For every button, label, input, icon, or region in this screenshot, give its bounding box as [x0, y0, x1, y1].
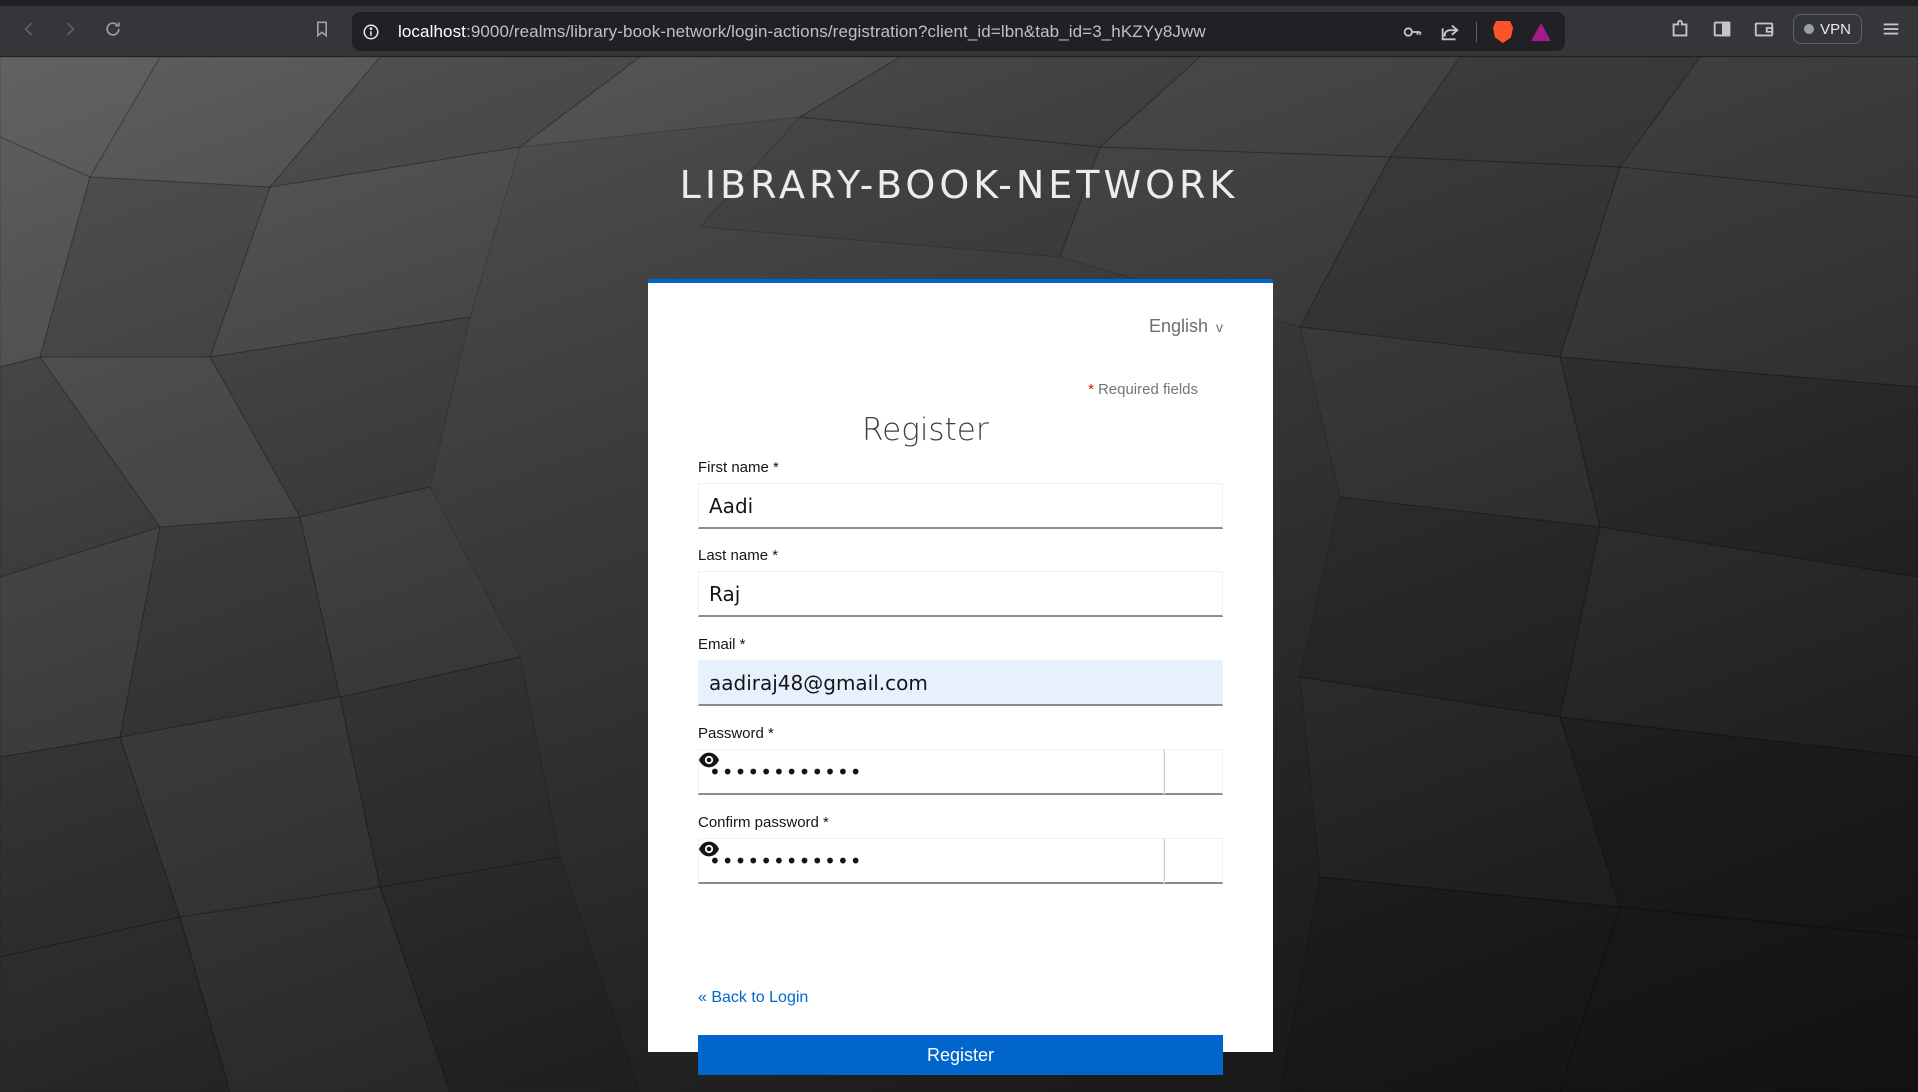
- forward-icon[interactable]: [57, 16, 83, 42]
- first-name-label: First name *: [698, 459, 779, 476]
- url-text: localhost:9000/realms/library-book-netwo…: [398, 22, 1206, 42]
- sidebar-icon[interactable]: [1709, 16, 1735, 42]
- realm-title: LIBRARY-BOOK-NETWORK: [679, 163, 1239, 207]
- reload-icon[interactable]: [100, 16, 126, 42]
- address-bar[interactable]: localhost:9000/realms/library-book-netwo…: [352, 12, 1565, 51]
- language-label: English: [1148, 316, 1208, 336]
- language-selector[interactable]: English v: [1149, 316, 1223, 337]
- address-separator: [1476, 22, 1477, 42]
- password-field[interactable]: ••••••••••••: [698, 749, 1164, 795]
- bookmark-icon[interactable]: [309, 16, 335, 42]
- password-group: ••••••••••••: [698, 749, 1223, 795]
- wallet-icon[interactable]: [1751, 16, 1777, 42]
- chevron-down-icon: v: [1216, 318, 1223, 335]
- register-card: English v * Required fields Register Firs…: [648, 279, 1273, 1075]
- show-confirm-password-button[interactable]: [698, 838, 1223, 884]
- share-icon[interactable]: [1438, 20, 1462, 44]
- url-host: localhost: [398, 21, 466, 41]
- required-fields-note: * Required fields: [1088, 381, 1198, 398]
- vpn-button[interactable]: VPN: [1793, 14, 1862, 44]
- browser-toolbar: localhost:9000/realms/library-book-netwo…: [0, 0, 1918, 57]
- first-name-value: Aadi: [709, 493, 754, 518]
- email-label: Email *: [698, 636, 746, 653]
- confirm-password-field[interactable]: ••••••••••••: [698, 838, 1164, 884]
- back-icon[interactable]: [16, 16, 42, 42]
- confirm-password-value: ••••••••••••: [709, 848, 863, 873]
- site-info-icon[interactable]: [362, 23, 380, 41]
- eye-icon: [698, 841, 720, 857]
- menu-icon[interactable]: [1878, 16, 1904, 42]
- key-icon[interactable]: [1400, 20, 1424, 44]
- url-path: :9000/realms/library-book-network/login-…: [466, 21, 1206, 41]
- confirm-password-group: ••••••••••••: [698, 838, 1223, 884]
- brave-shields-icon[interactable]: [1491, 20, 1515, 44]
- last-name-label: Last name *: [698, 547, 779, 564]
- page-title: Register: [862, 412, 989, 448]
- brave-rewards-icon[interactable]: [1529, 20, 1553, 44]
- required-fields-text: Required fields: [1097, 381, 1198, 398]
- show-password-button[interactable]: [698, 749, 1223, 795]
- first-name-field[interactable]: Aadi: [698, 483, 1223, 529]
- confirm-password-label: Confirm password *: [698, 814, 829, 831]
- eye-icon: [698, 752, 720, 768]
- email-field[interactable]: aadiraj48@gmail.com: [698, 660, 1223, 706]
- page-background: LIBRARY-BOOK-NETWORK English v * Required…: [0, 57, 1918, 1092]
- back-to-login-link[interactable]: « Back to Login: [698, 989, 808, 1007]
- last-name-value: Raj: [709, 581, 741, 606]
- vpn-label: VPN: [1820, 20, 1851, 38]
- tab-strip-edge: [0, 0, 1918, 6]
- last-name-field[interactable]: Raj: [698, 571, 1223, 617]
- email-value: aadiraj48@gmail.com: [709, 670, 928, 695]
- password-label: Password *: [698, 725, 774, 742]
- register-button[interactable]: Register: [698, 1035, 1223, 1075]
- vpn-status-icon: [1804, 24, 1815, 34]
- password-value: ••••••••••••: [709, 759, 863, 784]
- required-star: *: [1088, 381, 1094, 398]
- extensions-icon[interactable]: [1667, 16, 1693, 42]
